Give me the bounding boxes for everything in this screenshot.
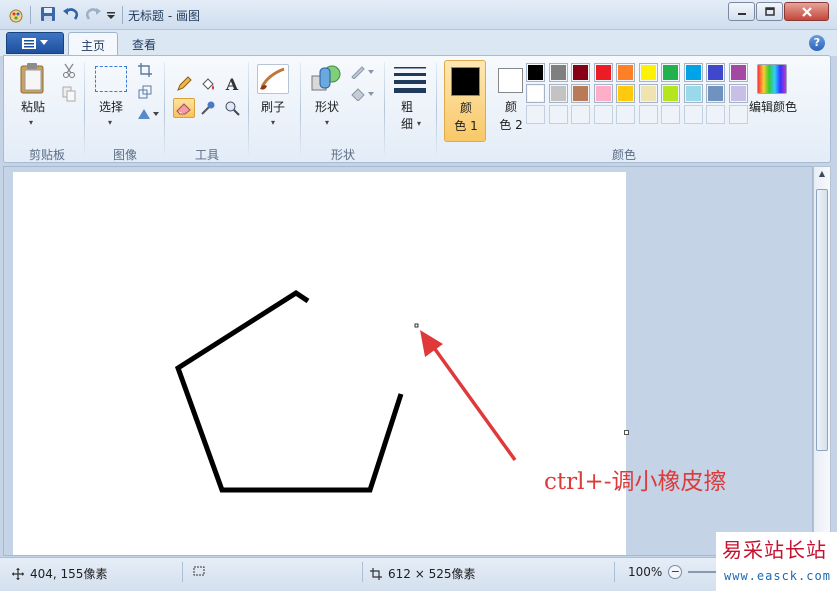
annotation-arrow <box>420 330 517 462</box>
zoom-level: 100% <box>628 565 663 579</box>
annotation-text: ctrl+-调小橡皮擦 <box>544 469 727 495</box>
status-separator <box>182 562 183 582</box>
image-size-text: 612 × 525像素 <box>388 567 476 581</box>
status-separator <box>614 562 615 582</box>
zoom-out-icon[interactable]: − <box>668 565 683 579</box>
status-separator <box>362 562 363 582</box>
watermark-title: 易采站长站 <box>722 538 827 562</box>
selection-size-icon <box>193 566 205 576</box>
scroll-up-icon[interactable]: ▲ <box>816 169 828 183</box>
watermark-url: www.easck.com <box>724 569 831 583</box>
status-bar: 404, 155像素 612 × 525像素 100% − <box>0 557 837 591</box>
scrollbar-thumb[interactable] <box>816 189 828 451</box>
move-icon <box>12 567 24 580</box>
site-watermark: 易采站长站 www.easck.com <box>716 532 837 591</box>
zoom-controls: 100% − <box>628 565 719 579</box>
cursor-position: 404, 155像素 <box>12 565 107 582</box>
zoom-slider[interactable] <box>688 571 719 573</box>
selection-size <box>192 565 206 577</box>
image-size-icon <box>370 567 382 580</box>
vertical-scrollbar[interactable]: ▲ ▼ <box>813 166 831 556</box>
image-size: 612 × 525像素 <box>370 565 476 582</box>
cursor-position-text: 404, 155像素 <box>30 567 108 581</box>
